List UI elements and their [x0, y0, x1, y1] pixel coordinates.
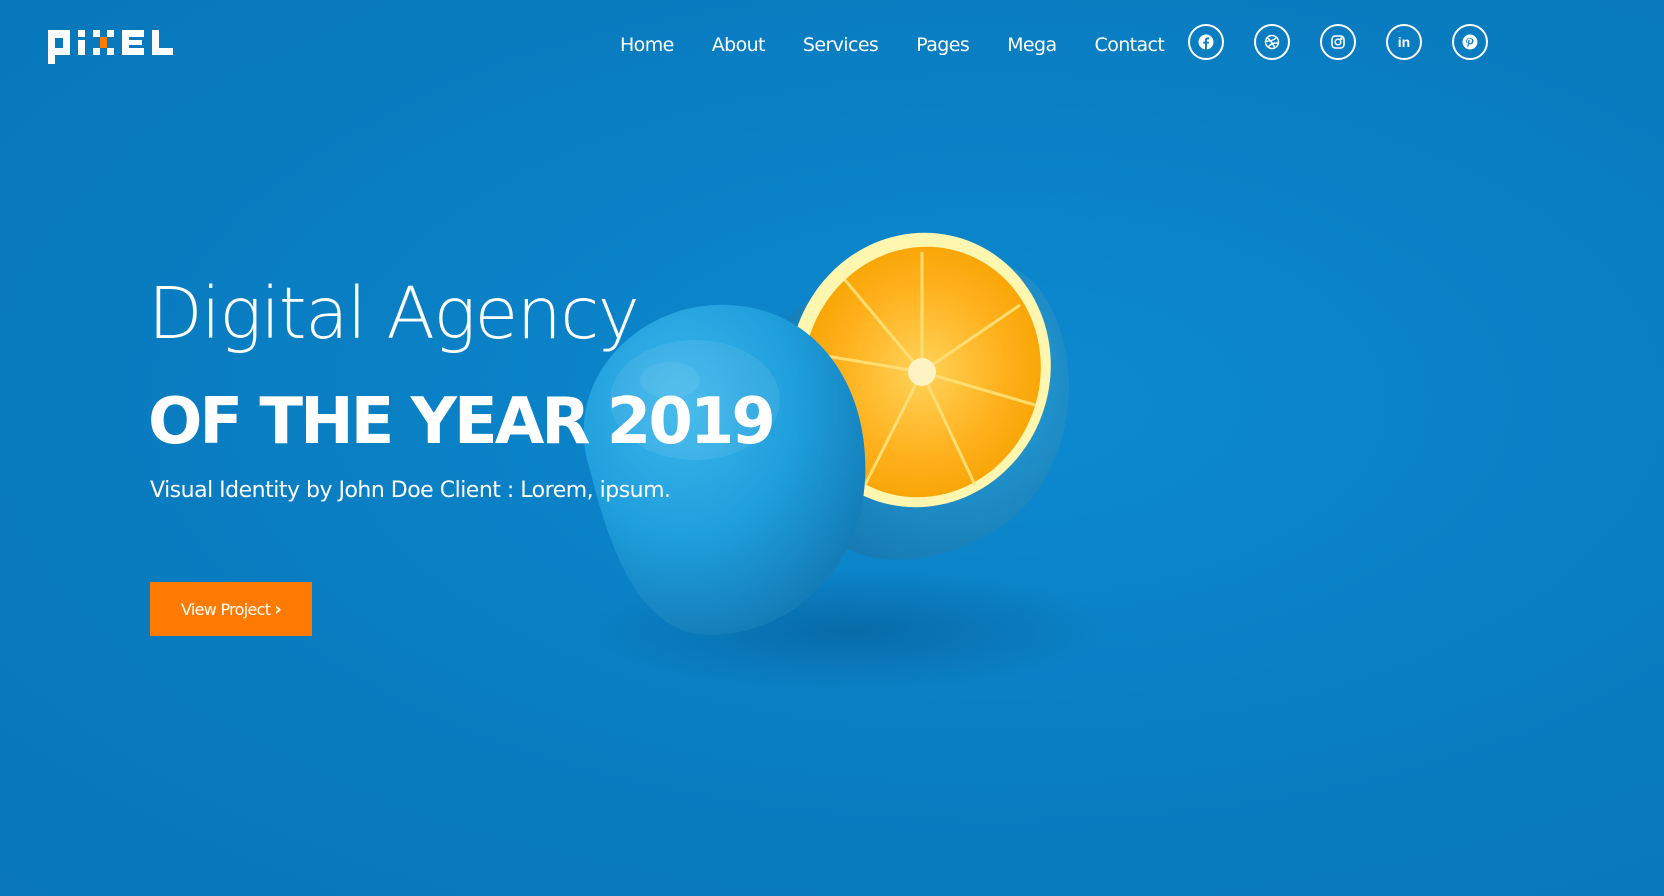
dribbble-icon [1264, 34, 1280, 50]
view-project-label: View Project [180, 599, 271, 619]
linkedin-button[interactable]: in [1386, 24, 1422, 60]
hero-caption: Visual Identity by John Doe Client : Lor… [150, 478, 671, 503]
main-nav: Home About Services Pages Mega Contact [620, 30, 1202, 60]
nav-services[interactable]: Services [803, 34, 879, 56]
brand-logo[interactable] [48, 30, 188, 64]
view-project-button[interactable]: View Project › [150, 582, 312, 636]
facebook-icon [1198, 34, 1214, 50]
hero-section: Home About Services Pages Mega Contact i… [0, 0, 1664, 896]
social-links: in [1188, 24, 1518, 60]
instagram-button[interactable] [1320, 24, 1356, 60]
pinterest-button[interactable] [1452, 24, 1488, 60]
linkedin-icon: in [1397, 34, 1411, 50]
instagram-icon [1331, 35, 1345, 49]
nav-home[interactable]: Home [620, 34, 674, 56]
nav-about[interactable]: About [712, 34, 766, 56]
hero-subtitle: OF THE YEAR 2019 [148, 385, 776, 459]
chevron-right-icon: › [274, 598, 282, 620]
hero-title: Digital Agency [148, 272, 640, 355]
pinterest-icon [1462, 34, 1478, 50]
dribbble-button[interactable] [1254, 24, 1290, 60]
nav-contact[interactable]: Contact [1095, 34, 1165, 56]
nav-pages[interactable]: Pages [916, 34, 970, 56]
facebook-button[interactable] [1188, 24, 1224, 60]
nav-mega[interactable]: Mega [1007, 34, 1057, 56]
